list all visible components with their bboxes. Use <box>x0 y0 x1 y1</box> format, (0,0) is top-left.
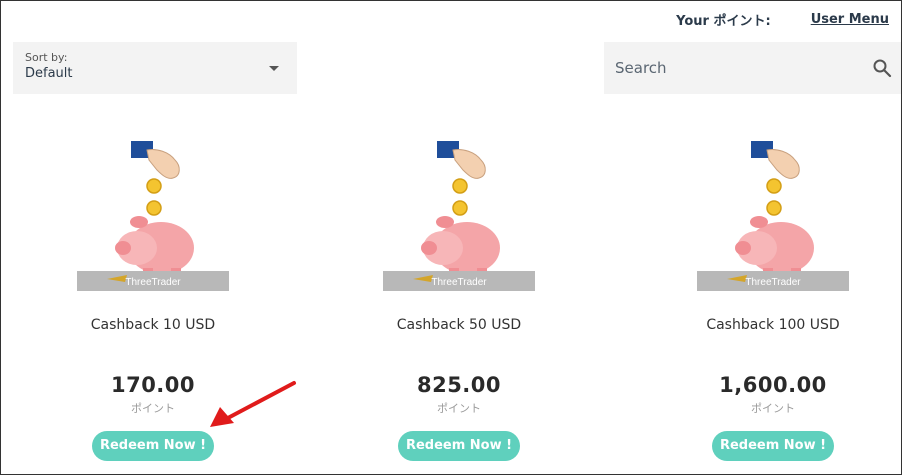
sort-value: Default <box>25 66 73 81</box>
redeem-button[interactable]: Redeem Now ! <box>92 431 214 461</box>
chevron-down-icon <box>269 66 279 71</box>
piggy-bank-icon: ThreeTrader <box>77 141 229 291</box>
piggy-bank-icon: ThreeTrader <box>383 141 535 291</box>
product-price: 825.00 <box>416 373 502 397</box>
search-box <box>604 42 901 94</box>
search-icon[interactable] <box>872 58 892 78</box>
piggy-bank-icon: ThreeTrader <box>697 141 849 291</box>
redeem-button[interactable]: Redeem Now ! <box>712 431 834 461</box>
price-unit: ポイント <box>751 402 795 415</box>
product-title: Cashback 50 USD <box>396 317 522 333</box>
sort-label: Sort by: <box>25 51 68 64</box>
annotation-arrow-icon <box>210 381 296 427</box>
points-label: Your ポイント: <box>676 13 771 29</box>
user-menu-link[interactable]: User Menu <box>811 12 889 27</box>
product-card: ThreeTrader Cashback 100 USD 1,600.00 ポイ… <box>663 136 883 461</box>
product-price: 1,600.00 <box>719 373 827 397</box>
product-card: ThreeTrader Cashback 50 USD 825.00 ポイント … <box>349 136 569 461</box>
product-title: Cashback 10 USD <box>90 317 216 333</box>
product-title: Cashback 100 USD <box>706 317 840 333</box>
brand-watermark: ThreeTrader <box>431 277 487 288</box>
brand-watermark: ThreeTrader <box>125 277 181 288</box>
search-input[interactable] <box>604 42 854 94</box>
brand-watermark: ThreeTrader <box>745 277 801 288</box>
redeem-button[interactable]: Redeem Now ! <box>398 431 520 461</box>
price-unit: ポイント <box>437 402 481 415</box>
sort-dropdown[interactable]: Sort by: Default <box>13 42 297 94</box>
page-frame: Your ポイント: User Menu Sort by: Default Se… <box>0 0 902 475</box>
top-bar: Your ポイント: User Menu <box>676 11 889 29</box>
